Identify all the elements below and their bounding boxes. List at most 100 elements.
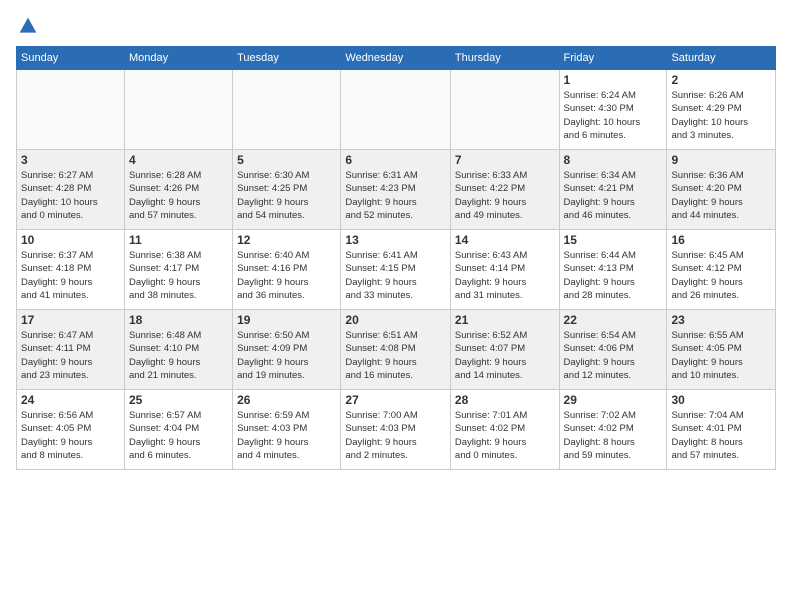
calendar-cell: 17 Sunrise: 6:47 AM Sunset: 4:11 PM Dayli… — [17, 310, 125, 390]
weekday-header-wednesday: Wednesday — [341, 47, 451, 70]
day-info: Sunrise: 7:01 AM Sunset: 4:02 PM Dayligh… — [455, 409, 555, 462]
week-row-3: 17 Sunrise: 6:47 AM Sunset: 4:11 PM Dayli… — [17, 310, 776, 390]
calendar-cell: 12 Sunrise: 6:40 AM Sunset: 4:16 PM Dayli… — [233, 230, 341, 310]
calendar-cell: 4 Sunrise: 6:28 AM Sunset: 4:26 PM Daylig… — [124, 150, 232, 230]
day-info: Sunrise: 6:36 AM Sunset: 4:20 PM Dayligh… — [671, 169, 771, 222]
day-info: Sunrise: 6:33 AM Sunset: 4:22 PM Dayligh… — [455, 169, 555, 222]
day-number: 1 — [564, 73, 663, 87]
calendar-cell: 18 Sunrise: 6:48 AM Sunset: 4:10 PM Dayli… — [124, 310, 232, 390]
calendar-cell: 7 Sunrise: 6:33 AM Sunset: 4:22 PM Daylig… — [450, 150, 559, 230]
day-info: Sunrise: 6:38 AM Sunset: 4:17 PM Dayligh… — [129, 249, 228, 302]
calendar-cell: 3 Sunrise: 6:27 AM Sunset: 4:28 PM Daylig… — [17, 150, 125, 230]
day-number: 15 — [564, 233, 663, 247]
day-info: Sunrise: 6:45 AM Sunset: 4:12 PM Dayligh… — [671, 249, 771, 302]
day-info: Sunrise: 6:44 AM Sunset: 4:13 PM Dayligh… — [564, 249, 663, 302]
calendar-table: SundayMondayTuesdayWednesdayThursdayFrid… — [16, 46, 776, 470]
calendar-cell — [341, 70, 451, 150]
day-info: Sunrise: 6:50 AM Sunset: 4:09 PM Dayligh… — [237, 329, 336, 382]
day-number: 17 — [21, 313, 120, 327]
day-info: Sunrise: 6:48 AM Sunset: 4:10 PM Dayligh… — [129, 329, 228, 382]
calendar-cell — [233, 70, 341, 150]
day-number: 11 — [129, 233, 228, 247]
day-number: 4 — [129, 153, 228, 167]
calendar-cell: 8 Sunrise: 6:34 AM Sunset: 4:21 PM Daylig… — [559, 150, 667, 230]
calendar-cell — [450, 70, 559, 150]
week-row-2: 10 Sunrise: 6:37 AM Sunset: 4:18 PM Dayli… — [17, 230, 776, 310]
weekday-header-saturday: Saturday — [667, 47, 776, 70]
weekday-header-friday: Friday — [559, 47, 667, 70]
day-info: Sunrise: 6:34 AM Sunset: 4:21 PM Dayligh… — [564, 169, 663, 222]
day-info: Sunrise: 6:26 AM Sunset: 4:29 PM Dayligh… — [671, 89, 771, 142]
day-number: 14 — [455, 233, 555, 247]
calendar-cell: 24Sunrise: 6:56 AM Sunset: 4:05 PM Dayli… — [17, 390, 125, 470]
day-info: Sunrise: 6:47 AM Sunset: 4:11 PM Dayligh… — [21, 329, 120, 382]
day-info: Sunrise: 6:27 AM Sunset: 4:28 PM Dayligh… — [21, 169, 120, 222]
day-number: 27 — [345, 393, 446, 407]
day-number: 8 — [564, 153, 663, 167]
day-number: 21 — [455, 313, 555, 327]
day-number: 16 — [671, 233, 771, 247]
calendar-cell — [17, 70, 125, 150]
day-number: 29 — [564, 393, 663, 407]
day-number: 13 — [345, 233, 446, 247]
day-number: 7 — [455, 153, 555, 167]
calendar-cell: 2Sunrise: 6:26 AM Sunset: 4:29 PM Daylig… — [667, 70, 776, 150]
weekday-header-thursday: Thursday — [450, 47, 559, 70]
calendar-cell: 20Sunrise: 6:51 AM Sunset: 4:08 PM Dayli… — [341, 310, 451, 390]
day-info: Sunrise: 6:24 AM Sunset: 4:30 PM Dayligh… — [564, 89, 663, 142]
calendar-cell: 21 Sunrise: 6:52 AM Sunset: 4:07 PM Dayli… — [450, 310, 559, 390]
calendar-cell: 1 Sunrise: 6:24 AM Sunset: 4:30 PM Daylig… — [559, 70, 667, 150]
day-number: 18 — [129, 313, 228, 327]
day-number: 12 — [237, 233, 336, 247]
day-number: 5 — [237, 153, 336, 167]
day-info: Sunrise: 6:52 AM Sunset: 4:07 PM Dayligh… — [455, 329, 555, 382]
calendar-cell: 13 Sunrise: 6:41 AM Sunset: 4:15 PM Dayli… — [341, 230, 451, 310]
day-number: 23 — [671, 313, 771, 327]
calendar-cell: 5 Sunrise: 6:30 AM Sunset: 4:25 PM Daylig… — [233, 150, 341, 230]
weekday-header-tuesday: Tuesday — [233, 47, 341, 70]
calendar-cell: 30Sunrise: 7:04 AM Sunset: 4:01 PM Dayli… — [667, 390, 776, 470]
header — [16, 16, 776, 36]
week-row-4: 24Sunrise: 6:56 AM Sunset: 4:05 PM Dayli… — [17, 390, 776, 470]
day-info: Sunrise: 6:28 AM Sunset: 4:26 PM Dayligh… — [129, 169, 228, 222]
day-number: 3 — [21, 153, 120, 167]
day-number: 24 — [21, 393, 120, 407]
day-info: Sunrise: 7:04 AM Sunset: 4:01 PM Dayligh… — [671, 409, 771, 462]
week-row-1: 3 Sunrise: 6:27 AM Sunset: 4:28 PM Daylig… — [17, 150, 776, 230]
calendar-cell: 23 Sunrise: 6:55 AM Sunset: 4:05 PM Dayli… — [667, 310, 776, 390]
calendar-cell: 15 Sunrise: 6:44 AM Sunset: 4:13 PM Dayli… — [559, 230, 667, 310]
day-info: Sunrise: 6:43 AM Sunset: 4:14 PM Dayligh… — [455, 249, 555, 302]
day-number: 25 — [129, 393, 228, 407]
day-number: 6 — [345, 153, 446, 167]
weekday-header-row: SundayMondayTuesdayWednesdayThursdayFrid… — [17, 47, 776, 70]
weekday-header-sunday: Sunday — [17, 47, 125, 70]
day-info: Sunrise: 6:37 AM Sunset: 4:18 PM Dayligh… — [21, 249, 120, 302]
weekday-header-monday: Monday — [124, 47, 232, 70]
logo — [16, 16, 38, 36]
day-number: 26 — [237, 393, 336, 407]
calendar-cell: 29 Sunrise: 7:02 AM Sunset: 4:02 PM Dayli… — [559, 390, 667, 470]
calendar-cell: 19 Sunrise: 6:50 AM Sunset: 4:09 PM Dayli… — [233, 310, 341, 390]
calendar-cell: 10 Sunrise: 6:37 AM Sunset: 4:18 PM Dayli… — [17, 230, 125, 310]
day-info: Sunrise: 6:54 AM Sunset: 4:06 PM Dayligh… — [564, 329, 663, 382]
calendar-cell — [124, 70, 232, 150]
calendar-cell: 25 Sunrise: 6:57 AM Sunset: 4:04 PM Dayli… — [124, 390, 232, 470]
calendar-cell: 22 Sunrise: 6:54 AM Sunset: 4:06 PM Dayli… — [559, 310, 667, 390]
day-info: Sunrise: 6:55 AM Sunset: 4:05 PM Dayligh… — [671, 329, 771, 382]
page: SundayMondayTuesdayWednesdayThursdayFrid… — [0, 0, 792, 612]
calendar-cell: 27 Sunrise: 7:00 AM Sunset: 4:03 PM Dayli… — [341, 390, 451, 470]
day-info: Sunrise: 7:02 AM Sunset: 4:02 PM Dayligh… — [564, 409, 663, 462]
day-info: Sunrise: 7:00 AM Sunset: 4:03 PM Dayligh… — [345, 409, 446, 462]
calendar-cell: 14 Sunrise: 6:43 AM Sunset: 4:14 PM Dayli… — [450, 230, 559, 310]
day-info: Sunrise: 6:51 AM Sunset: 4:08 PM Dayligh… — [345, 329, 446, 382]
day-info: Sunrise: 6:40 AM Sunset: 4:16 PM Dayligh… — [237, 249, 336, 302]
day-number: 28 — [455, 393, 555, 407]
day-info: Sunrise: 6:41 AM Sunset: 4:15 PM Dayligh… — [345, 249, 446, 302]
day-number: 10 — [21, 233, 120, 247]
day-number: 19 — [237, 313, 336, 327]
day-number: 22 — [564, 313, 663, 327]
day-info: Sunrise: 6:30 AM Sunset: 4:25 PM Dayligh… — [237, 169, 336, 222]
day-info: Sunrise: 6:57 AM Sunset: 4:04 PM Dayligh… — [129, 409, 228, 462]
calendar-cell: 28 Sunrise: 7:01 AM Sunset: 4:02 PM Dayli… — [450, 390, 559, 470]
calendar-cell: 6Sunrise: 6:31 AM Sunset: 4:23 PM Daylig… — [341, 150, 451, 230]
